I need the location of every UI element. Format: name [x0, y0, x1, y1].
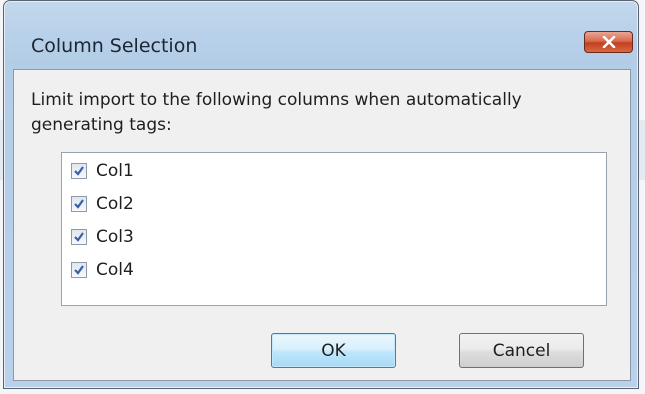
- checkbox-col4[interactable]: [71, 262, 87, 278]
- column-label: Col3: [96, 227, 134, 247]
- ok-button[interactable]: OK: [271, 333, 396, 368]
- checkbox-col2[interactable]: [71, 196, 87, 212]
- column-label: Col1: [96, 161, 134, 181]
- dialog-window: Column Selection Limit import to the fol…: [3, 0, 639, 389]
- list-item-col1[interactable]: Col1: [71, 158, 134, 184]
- close-button[interactable]: [584, 31, 633, 53]
- checkmark-icon: [74, 232, 84, 242]
- instruction-line-1: Limit import to the following columns wh…: [31, 90, 522, 110]
- checkmark-icon: [74, 166, 84, 176]
- instruction-line-2: generating tags:: [31, 115, 172, 135]
- checkmark-icon: [74, 265, 84, 275]
- column-label: Col2: [96, 194, 134, 214]
- cancel-button[interactable]: Cancel: [459, 333, 584, 368]
- window-title: Column Selection: [31, 35, 198, 57]
- list-item-col3[interactable]: Col3: [71, 224, 134, 250]
- checkbox-col3[interactable]: [71, 229, 87, 245]
- list-item-col2[interactable]: Col2: [71, 191, 134, 217]
- dialog-content: Limit import to the following columns wh…: [13, 69, 631, 381]
- list-item-col4[interactable]: Col4: [71, 257, 134, 283]
- checkmark-icon: [74, 199, 84, 209]
- columns-listbox[interactable]: Col1 Col2 Col3 Col4: [61, 152, 607, 306]
- checkbox-col1[interactable]: [71, 163, 87, 179]
- instruction-text: Limit import to the following columns wh…: [31, 88, 591, 138]
- close-x-icon: [602, 36, 615, 48]
- column-label: Col4: [96, 260, 134, 280]
